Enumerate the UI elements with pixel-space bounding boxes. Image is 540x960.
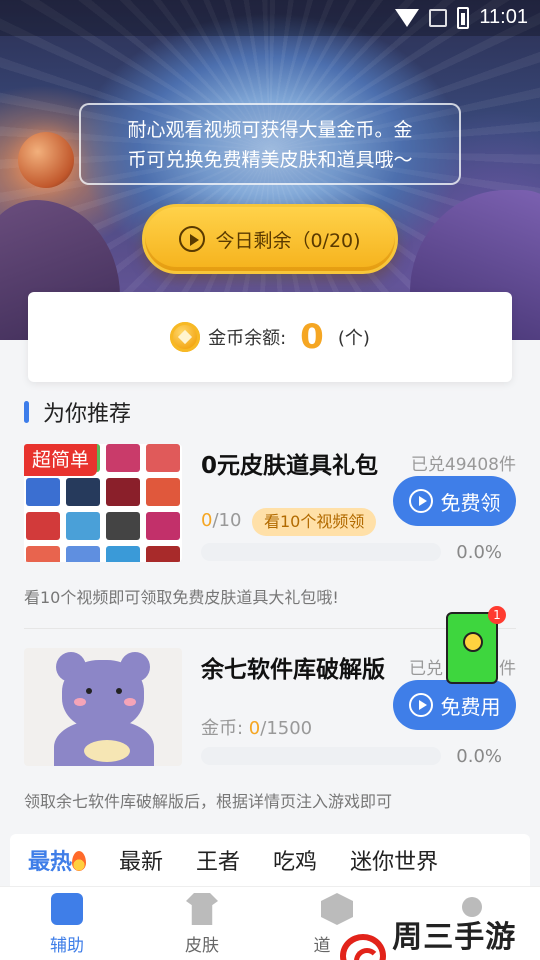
item-description: 看10个视频即可领取免费皮肤道具大礼包哦! — [24, 588, 339, 607]
progress-bar — [201, 543, 441, 561]
balance-value: 0 — [300, 317, 324, 357]
progress-prefix: 金币: — [201, 718, 249, 739]
progress-current: 0 — [201, 510, 213, 531]
section-header: 为你推荐 — [24, 396, 131, 428]
coin-progress-text: 金币: 0/1500 — [201, 714, 312, 740]
item-title[interactable]: 余七软件库破解版 — [201, 650, 385, 684]
badge-easy: 超简单 — [24, 444, 98, 476]
gold-coin-icon — [463, 632, 483, 652]
coin-balance-card: 金币余额: 0 (个) — [28, 292, 512, 382]
status-time: 11:01 — [479, 6, 528, 28]
section-accent-bar — [24, 401, 29, 423]
planet-decoration — [18, 132, 74, 188]
shirt-icon — [186, 893, 218, 925]
notice-box: 耐心观看视频可获得大量金币。金 币可兑换免费精美皮肤和道具哦～ — [79, 103, 461, 185]
progress-current: 0 — [248, 718, 261, 739]
tab-chiji[interactable]: 吃鸡 — [273, 844, 317, 876]
progress-percent: 0.0% — [456, 542, 502, 563]
balance-unit: (个) — [337, 328, 370, 349]
progress-bar — [201, 747, 441, 765]
watch-video-label: 今日剩余（0/20) — [215, 229, 361, 252]
red-packet-button[interactable]: 1 — [446, 606, 506, 684]
play-circle-icon — [408, 489, 433, 513]
exchanged-count: 已兑49408件 — [410, 455, 516, 475]
hero-banner: 耐心观看视频可获得大量金币。金 币可兑换免费精美皮肤和道具哦～ 今日剩余（0/2… — [0, 0, 540, 340]
notice-line-2: 币可兑换免费精美皮肤和道具哦～ — [127, 149, 413, 171]
section-title: 为你推荐 — [43, 402, 132, 427]
assist-icon — [51, 893, 83, 925]
use-button-label: 免费用 — [440, 694, 501, 719]
play-icon — [179, 226, 206, 252]
nav-skins-label: 皮肤 — [185, 936, 219, 956]
tab-hottest[interactable]: 最热 — [28, 844, 87, 876]
claim-free-button[interactable]: 免费领 — [393, 476, 516, 526]
fire-icon — [72, 851, 87, 871]
notice-line-1: 耐心观看视频可获得大量金币。金 — [127, 119, 413, 141]
watermark-logo-icon — [340, 934, 387, 960]
play-circle-icon — [408, 693, 433, 717]
watermark-text: 周三手游网 — [392, 920, 517, 955]
item-title[interactable]: 0元皮肤道具礼包 — [201, 446, 378, 480]
nav-skins[interactable]: 皮肤 — [157, 893, 247, 956]
watermark: 周三手游网 — [340, 912, 540, 960]
tab-mini-world[interactable]: 迷你世界 — [350, 844, 438, 876]
wifi-icon — [395, 8, 420, 27]
tip-pill: 看10个视频领 — [252, 508, 377, 536]
item-thumbnail — [24, 648, 182, 766]
item-description: 领取余七软件库破解版后，根据详情页注入游戏即可 — [24, 792, 393, 811]
watch-video-button[interactable]: 今日剩余（0/20) — [142, 204, 398, 274]
tab-newest[interactable]: 最新 — [119, 844, 163, 876]
claim-button-label: 免费领 — [440, 490, 501, 515]
tab-wangzhe[interactable]: 王者 — [196, 844, 240, 876]
notification-badge: 1 — [488, 606, 506, 624]
progress-total: /10 — [212, 510, 242, 531]
signal-icon — [429, 8, 448, 27]
battery-icon — [457, 6, 470, 29]
category-tabs: 最热 最新 王者 吃鸡 迷你世界 — [10, 834, 530, 886]
progress-percent: 0.0% — [456, 746, 502, 767]
divider — [24, 628, 516, 629]
nav-assist-label: 辅助 — [50, 936, 84, 956]
use-free-button[interactable]: 免费用 — [393, 680, 516, 730]
nav-props-label: 道 — [313, 936, 331, 956]
progress-total: /1500 — [260, 718, 313, 739]
nav-assist[interactable]: 辅助 — [22, 893, 112, 956]
status-bar: 11:01 — [0, 0, 540, 36]
balance-label: 金币余额: — [208, 328, 287, 349]
video-progress-text: 0/10 — [201, 510, 241, 531]
coin-icon — [170, 322, 201, 352]
